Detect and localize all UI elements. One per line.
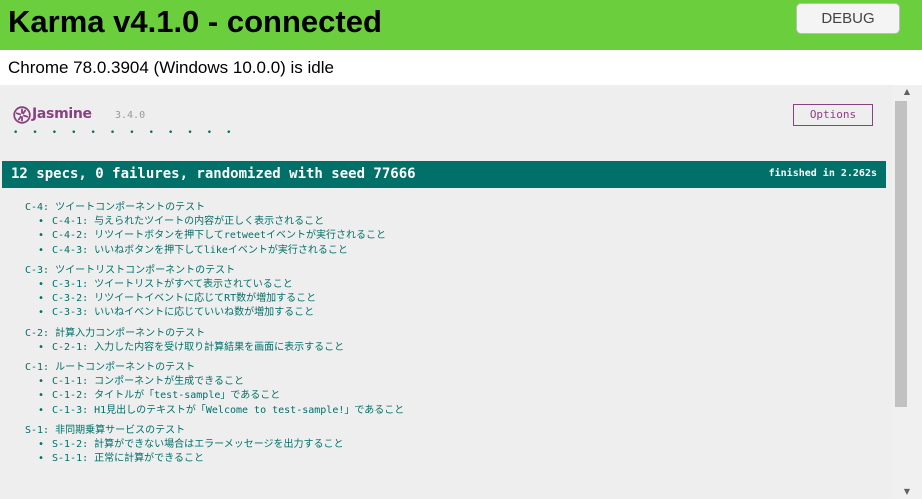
spec-item[interactable]: • C-3-2: リツイートイベントに応じてRT数が増加すること [25, 292, 404, 306]
finished-time: finished in 2.262s [768, 168, 877, 179]
suite: C-4: ツイートコンポーネントのテスト • C-4-1: 与えられたツイートの内… [25, 201, 404, 258]
spec-item[interactable]: • C-1-1: コンポーネントが生成できること [25, 375, 404, 389]
jasmine-version: 3.4.0 [115, 110, 146, 121]
spec-label: C-4-1: 与えられたツイートの内容が正しく表示されること [52, 216, 325, 227]
suite: C-2: 計算入力コンポーネントのテスト • C-2-1: 入力した内容を受け取り… [25, 327, 404, 355]
suite-title[interactable]: C-3: ツイートリストコンポーネントのテスト [25, 264, 404, 278]
suite-title[interactable]: C-1: ルートコンポーネントのテスト [25, 361, 404, 375]
spec-item[interactable]: • S-1-1: 正常に計算ができること [25, 452, 404, 466]
scrollbar[interactable]: ▲ ▼ [892, 85, 922, 499]
spec-label: C-2-1: 入力した内容を受け取り計算結果を画面に表示すること [52, 341, 345, 353]
spec-label: C-3-3: いいねイベントに応じていいね数が増加すること [52, 307, 315, 319]
jasmine-flower-icon [13, 106, 31, 124]
spec-result-dots: • • • • • • • • • • • • [13, 128, 237, 138]
jasmine-name: Jasmine [32, 106, 92, 122]
suite-list: C-4: ツイートコンポーネントのテスト • C-4-1: 与えられたツイートの内… [25, 201, 404, 473]
karma-banner: Karma v4.1.0 - connected DEBUG [0, 0, 922, 50]
spec-item[interactable]: • C-4-1: 与えられたツイートの内容が正しく表示されること [25, 215, 404, 229]
suite-title[interactable]: S-1: 非同期乗算サービスのテスト [25, 424, 404, 438]
suite: C-1: ルートコンポーネントのテスト • C-1-1: コンポーネントが生成でき… [25, 361, 404, 418]
spec-item[interactable]: • C-3-3: いいねイベントに応じていいね数が増加すること [25, 306, 404, 320]
suite: S-1: 非同期乗算サービスのテスト • S-1-2: 計算ができない場合はエラー… [25, 424, 404, 467]
spec-label: S-1-1: 正常に計算ができること [52, 453, 204, 465]
spec-label: S-1-2: 計算ができない場合はエラーメッセージを出力すること [52, 438, 344, 450]
spec-item[interactable]: • C-4-3: いいねボタンを押下してlikeイベントが実行されること [25, 244, 404, 258]
scroll-up-arrow-icon[interactable]: ▲ [892, 85, 922, 99]
spec-item[interactable]: • C-2-1: 入力した内容を受け取り計算結果を画面に表示すること [25, 341, 404, 355]
suite: C-3: ツイートリストコンポーネントのテスト • C-3-1: ツイートリストが… [25, 264, 404, 321]
spec-label: C-1-3: H1見出しのテキストが「Welcome to test-sampl… [52, 404, 405, 416]
spec-item[interactable]: • C-3-1: ツイートリストがすべて表示されていること [25, 278, 404, 292]
browser-status-text: Chrome 78.0.3904 (Windows 10.0.0) is idl… [8, 58, 334, 77]
page-title: Karma v4.1.0 - connected [8, 4, 382, 39]
suite-title[interactable]: C-2: 計算入力コンポーネントのテスト [25, 327, 404, 341]
spec-label: C-3-1: ツイートリストがすべて表示されていること [52, 278, 293, 290]
spec-item[interactable]: • C-1-3: H1見出しのテキストが「Welcome to test-samp… [25, 404, 404, 418]
debug-button[interactable]: DEBUG [796, 3, 900, 34]
spec-label: C-1-1: コンポーネントが生成できること [52, 376, 244, 388]
suite-title[interactable]: C-4: ツイートコンポーネントのテスト [25, 201, 404, 215]
spec-item[interactable]: • C-1-2: タイトルが「test-sample」であること [25, 389, 404, 403]
scroll-thumb[interactable] [895, 101, 907, 407]
spec-item[interactable]: • S-1-2: 計算ができない場合はエラーメッセージを出力すること [25, 438, 404, 452]
spec-label: C-1-2: タイトルが「test-sample」であること [52, 390, 281, 402]
spec-label: C-4-3: いいねボタンを押下してlikeイベントが実行されること [52, 244, 348, 256]
spec-label: C-3-2: リツイートイベントに応じてRT数が増加すること [52, 293, 317, 305]
results-summary-bar: 12 specs, 0 failures, randomized with se… [2, 161, 886, 188]
scroll-down-arrow-icon[interactable]: ▼ [892, 485, 922, 499]
options-button[interactable]: Options [793, 104, 873, 126]
spec-item[interactable]: • C-4-2: リツイートボタンを押下してretweetイベントが実行されること [25, 229, 404, 243]
spec-label: C-4-2: リツイートボタンを押下してretweetイベントが実行されること [52, 230, 386, 242]
results-summary: 12 specs, 0 failures, randomized with se… [11, 166, 416, 182]
browser-status-bar: Chrome 78.0.3904 (Windows 10.0.0) is idl… [0, 50, 922, 85]
